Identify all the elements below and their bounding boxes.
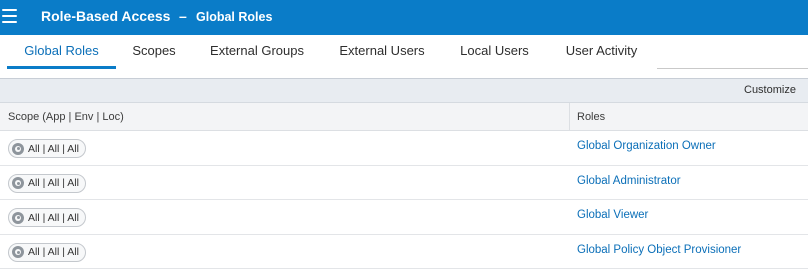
column-header-roles[interactable]: Roles (577, 111, 605, 123)
scope-chip[interactable]: All | All | All (8, 173, 86, 193)
role-link[interactable]: Global Administrator (577, 175, 681, 187)
scope-chip-label: All | All | All (28, 177, 79, 189)
app-title: Role-Based Access (41, 8, 171, 24)
hamburger-menu-icon[interactable] (2, 9, 17, 23)
tab-divider-line (657, 68, 808, 69)
gear-icon (12, 211, 24, 224)
page-title: Global Roles (196, 10, 273, 24)
table-header: Scope (App | Env | Loc) Roles (0, 103, 808, 131)
tab-external-users[interactable]: External Users (330, 35, 434, 69)
table-row: All | All | All Global Organization Owne… (0, 131, 808, 166)
scope-chip[interactable]: All | All | All (8, 208, 86, 227)
role-link[interactable]: Global Organization Owner (577, 140, 716, 152)
column-header-scope[interactable]: Scope (App | Env | Loc) (8, 111, 124, 123)
gear-icon (12, 246, 24, 258)
tab-scopes[interactable]: Scopes (124, 35, 184, 69)
role-link[interactable]: Global Viewer (577, 209, 648, 221)
roles-table: Scope (App | Env | Loc) Roles All | All … (0, 103, 808, 269)
active-tab-indicator (7, 66, 116, 69)
scope-chip[interactable]: All | All | All (8, 139, 86, 158)
title-separator: – (179, 8, 187, 24)
tab-bar: Global Roles Scopes External Groups Exte… (0, 35, 808, 69)
column-divider (569, 103, 570, 131)
customize-button[interactable]: Customize (744, 84, 796, 96)
tab-global-roles[interactable]: Global Roles (7, 35, 116, 69)
tab-local-users[interactable]: Local Users (450, 35, 539, 69)
role-link[interactable]: Global Policy Object Provisioner (577, 244, 741, 256)
table-row: All | All | All Global Viewer (0, 200, 808, 235)
table-row: All | All | All Global Policy Object Pro… (0, 235, 808, 269)
scope-chip-label: All | All | All (28, 211, 79, 224)
table-row: All | All | All Global Administrator (0, 166, 808, 200)
tab-user-activity[interactable]: User Activity (555, 35, 648, 69)
gear-icon (12, 177, 24, 189)
top-bar: Role-Based Access – Global Roles (0, 0, 808, 35)
gear-icon (12, 142, 24, 155)
scope-chip-label: All | All | All (28, 142, 79, 155)
customize-toolbar: Customize (0, 78, 808, 103)
tab-external-groups[interactable]: External Groups (200, 35, 314, 69)
scope-chip[interactable]: All | All | All (8, 242, 86, 262)
scope-chip-label: All | All | All (28, 246, 79, 258)
